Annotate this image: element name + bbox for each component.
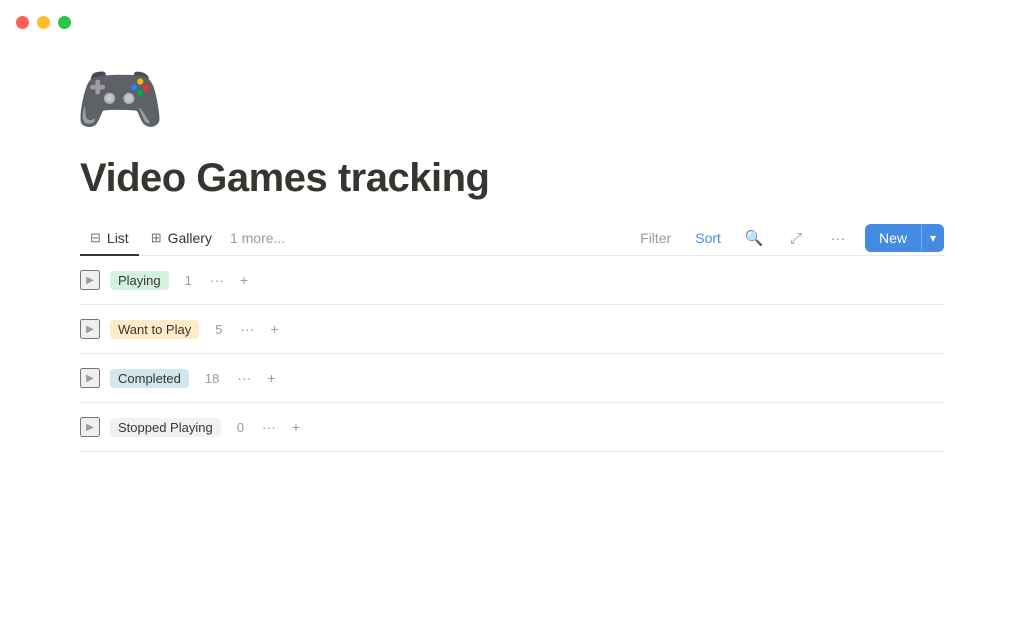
more-options-button[interactable]: ··· [823, 225, 853, 251]
search-icon: 🔍 [745, 229, 763, 247]
gallery-tab-icon: ⊞ [151, 230, 162, 246]
expand-button[interactable]: ⤢ [781, 225, 811, 251]
maximize-button[interactable] [58, 16, 71, 29]
filter-button[interactable]: Filter [634, 226, 677, 250]
main-content: 🎮 Video Games tracking ⊟ List ⊞ Gallery … [0, 0, 1024, 452]
new-button-caret[interactable]: ▾ [921, 225, 944, 251]
new-button[interactable]: New [865, 224, 921, 252]
toolbar-actions: Filter Sort 🔍 ⤢ ··· New ▾ [634, 224, 944, 252]
group-add-want-to-play[interactable]: + [266, 320, 282, 338]
sort-label: Sort [695, 230, 721, 246]
group-count-stopped-playing: 0 [237, 420, 244, 435]
group-more-completed[interactable]: ··· [233, 369, 255, 387]
tab-gallery-label: Gallery [168, 230, 212, 246]
toolbar: ⊟ List ⊞ Gallery 1 more... Filter Sort 🔍 [80, 221, 944, 256]
group-row-stopped-playing: ▶ Stopped Playing 0 ··· + [80, 403, 944, 452]
tab-more[interactable]: 1 more... [224, 222, 291, 254]
list-tab-icon: ⊟ [90, 230, 101, 246]
group-actions-completed: ··· + [233, 369, 279, 387]
expand-icon: ⤢ [787, 229, 805, 247]
minimize-button[interactable] [37, 16, 50, 29]
group-add-stopped-playing[interactable]: + [288, 418, 304, 436]
traffic-lights [16, 16, 71, 29]
tab-list[interactable]: ⊟ List [80, 222, 139, 256]
group-count-want-to-play: 5 [215, 322, 222, 337]
tab-gallery[interactable]: ⊞ Gallery [141, 222, 222, 256]
group-tag-completed: Completed [110, 369, 189, 388]
group-more-stopped-playing[interactable]: ··· [258, 418, 280, 436]
group-more-playing[interactable]: ··· [206, 271, 228, 289]
sort-button[interactable]: Sort [689, 226, 727, 250]
group-count-playing: 1 [185, 273, 192, 288]
group-tag-want-to-play: Want to Play [110, 320, 199, 339]
group-row-completed: ▶ Completed 18 ··· + [80, 354, 944, 403]
more-options-icon: ··· [829, 229, 847, 247]
group-count-completed: 18 [205, 371, 219, 386]
group-expand-want-to-play[interactable]: ▶ [80, 319, 100, 339]
close-button[interactable] [16, 16, 29, 29]
new-button-group: New ▾ [865, 224, 944, 252]
group-add-playing[interactable]: + [236, 271, 252, 289]
filter-label: Filter [640, 230, 671, 246]
group-actions-want-to-play: ··· + [236, 320, 282, 338]
group-more-want-to-play[interactable]: ··· [236, 320, 258, 338]
page-icon: 🎮 [80, 60, 160, 140]
group-expand-completed[interactable]: ▶ [80, 368, 100, 388]
group-add-completed[interactable]: + [263, 369, 279, 387]
group-actions-stopped-playing: ··· + [258, 418, 304, 436]
tabs: ⊟ List ⊞ Gallery 1 more... [80, 221, 634, 255]
group-row-playing: ▶ Playing 1 ··· + [80, 256, 944, 305]
groups-list: ▶ Playing 1 ··· + ▶ Want to Play 5 ··· +… [80, 256, 944, 452]
group-row-want-to-play: ▶ Want to Play 5 ··· + [80, 305, 944, 354]
group-expand-stopped-playing[interactable]: ▶ [80, 417, 100, 437]
group-tag-playing: Playing [110, 271, 169, 290]
page-title: Video Games tracking [80, 156, 944, 201]
tab-list-label: List [107, 230, 129, 246]
group-actions-playing: ··· + [206, 271, 252, 289]
group-expand-playing[interactable]: ▶ [80, 270, 100, 290]
group-tag-stopped-playing: Stopped Playing [110, 418, 221, 437]
search-button[interactable]: 🔍 [739, 225, 769, 251]
